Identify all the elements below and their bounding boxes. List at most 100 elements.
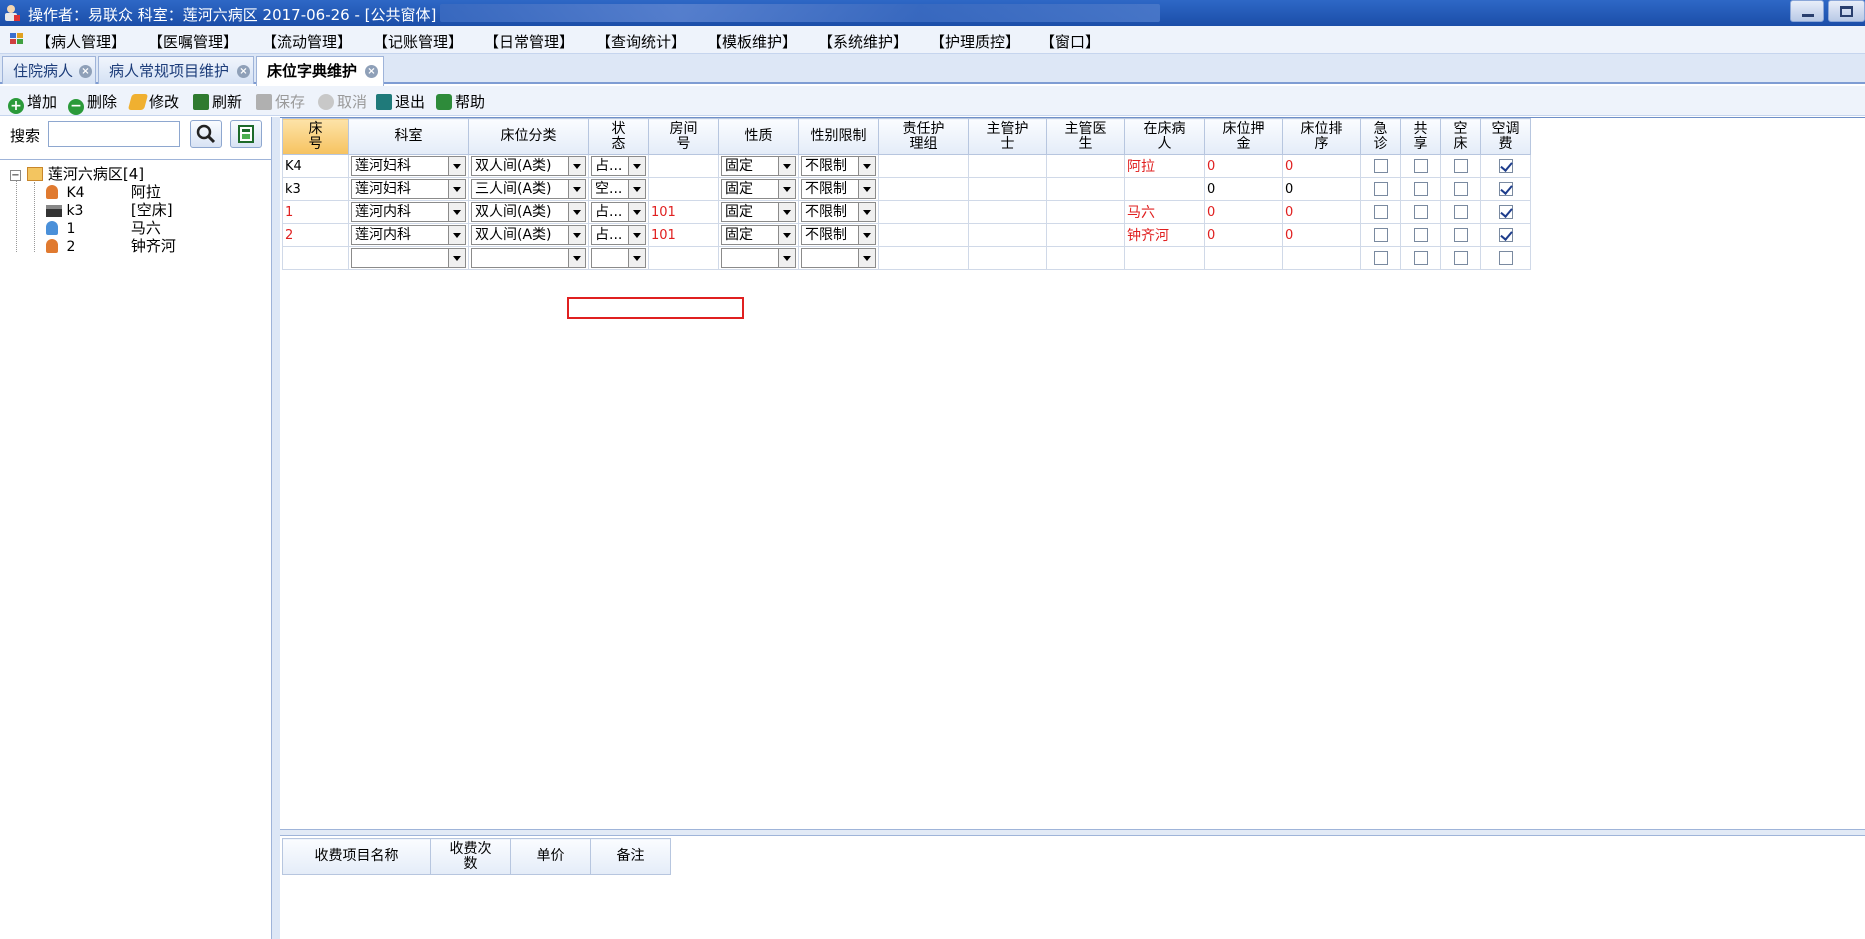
- cell-ac[interactable]: [1480, 223, 1531, 247]
- gender-dropdown[interactable]: 不限制: [801, 179, 876, 199]
- cell-nurse-group[interactable]: [878, 200, 969, 224]
- chevron-down-icon[interactable]: [778, 226, 795, 244]
- shared-checkbox[interactable]: [1413, 159, 1428, 173]
- menu-system-maintenance[interactable]: 【系统维护】: [818, 31, 908, 52]
- dept-dropdown[interactable]: [351, 248, 466, 268]
- status-dropdown[interactable]: 占...: [591, 156, 646, 176]
- tab-inpatients[interactable]: 住院病人 ×: [2, 56, 96, 84]
- cell-gender[interactable]: 不限制: [798, 200, 879, 224]
- cell-emergency[interactable]: [1360, 154, 1401, 178]
- cell-nature[interactable]: [718, 246, 799, 270]
- chevron-down-icon[interactable]: [628, 249, 645, 267]
- menu-query-statistics[interactable]: 【查询统计】: [596, 31, 686, 52]
- table-row[interactable]: 2 莲河内科 双人间(A类) 占... 101 固定 不限制 钟齐河 0 0: [282, 223, 1531, 247]
- col-deposit[interactable]: 床位押金: [1204, 118, 1283, 155]
- cell-room[interactable]: [648, 154, 719, 178]
- chevron-down-icon[interactable]: [568, 226, 585, 244]
- chevron-down-icon[interactable]: [858, 180, 875, 198]
- col-nurse[interactable]: 主管护士: [968, 118, 1047, 155]
- chevron-down-icon[interactable]: [568, 180, 585, 198]
- cell-doctor[interactable]: [1046, 223, 1125, 247]
- nature-dropdown[interactable]: 固定: [721, 202, 796, 222]
- emergency-checkbox[interactable]: [1373, 251, 1388, 265]
- menu-orders-management[interactable]: 【医嘱管理】: [148, 31, 238, 52]
- col-fee-times[interactable]: 收费次数: [430, 838, 511, 875]
- chevron-down-icon[interactable]: [448, 180, 465, 198]
- cell-empty[interactable]: [1440, 200, 1481, 224]
- cell-nurse-group[interactable]: [878, 177, 969, 201]
- category-dropdown[interactable]: 双人间(A类): [471, 225, 586, 245]
- shared-checkbox[interactable]: [1413, 251, 1428, 265]
- cell-dept[interactable]: [348, 246, 469, 270]
- vertical-splitter[interactable]: [272, 117, 280, 939]
- dept-dropdown[interactable]: 莲河妇科: [351, 179, 466, 199]
- cell-nurse-group[interactable]: [878, 223, 969, 247]
- cell-patient[interactable]: 阿拉: [1124, 154, 1205, 178]
- cell-gender[interactable]: [798, 246, 879, 270]
- cell-nature[interactable]: 固定: [718, 200, 799, 224]
- chevron-down-icon[interactable]: [568, 157, 585, 175]
- cell-deposit[interactable]: 0: [1204, 154, 1283, 178]
- status-dropdown[interactable]: [591, 248, 646, 268]
- cell-doctor[interactable]: [1046, 177, 1125, 201]
- cell-bed_no[interactable]: K4: [282, 154, 349, 178]
- cell-status[interactable]: 空...: [588, 177, 649, 201]
- chevron-down-icon[interactable]: [628, 203, 645, 221]
- refresh-button[interactable]: 刷新: [193, 91, 242, 112]
- cell-ac[interactable]: [1480, 200, 1531, 224]
- empty-checkbox[interactable]: [1453, 205, 1468, 219]
- cell-shared[interactable]: [1400, 246, 1441, 270]
- cell-category[interactable]: [468, 246, 589, 270]
- empty-checkbox[interactable]: [1453, 228, 1468, 242]
- help-button[interactable]: 帮助: [436, 91, 485, 112]
- ac-checkbox[interactable]: [1498, 205, 1513, 219]
- cell-room[interactable]: [648, 246, 719, 270]
- cell-empty[interactable]: [1440, 154, 1481, 178]
- emergency-checkbox[interactable]: [1373, 228, 1388, 242]
- col-nurse-group[interactable]: 责任护 理组: [878, 118, 969, 155]
- cell-category[interactable]: 双人间(A类): [468, 154, 589, 178]
- table-row[interactable]: k3 莲河妇科 三人间(A类) 空... 固定 不限制 0 0: [282, 177, 1531, 201]
- chevron-down-icon[interactable]: [778, 203, 795, 221]
- empty-checkbox[interactable]: [1453, 159, 1468, 173]
- col-status[interactable]: 状态: [588, 118, 649, 155]
- chevron-down-icon[interactable]: [628, 157, 645, 175]
- cell-empty[interactable]: [1440, 177, 1481, 201]
- emergency-checkbox[interactable]: [1373, 205, 1388, 219]
- ac-checkbox[interactable]: [1498, 251, 1513, 265]
- shared-checkbox[interactable]: [1413, 228, 1428, 242]
- chevron-down-icon[interactable]: [858, 203, 875, 221]
- tab-routine-items[interactable]: 病人常规项目维护 ×: [98, 56, 254, 84]
- cell-patient[interactable]: 钟齐河: [1124, 223, 1205, 247]
- cell-room[interactable]: 101: [648, 223, 719, 247]
- close-icon[interactable]: ×: [365, 65, 378, 78]
- chevron-down-icon[interactable]: [858, 157, 875, 175]
- category-dropdown[interactable]: [471, 248, 586, 268]
- menu-nursing-quality[interactable]: 【护理质控】: [930, 31, 1020, 52]
- chevron-down-icon[interactable]: [628, 226, 645, 244]
- cell-patient[interactable]: 马六: [1124, 200, 1205, 224]
- cell-bed_no[interactable]: 1: [282, 200, 349, 224]
- col-fee-remark[interactable]: 备注: [590, 838, 671, 875]
- table-row[interactable]: K4 莲河妇科 双人间(A类) 占... 固定 不限制 阿拉 0 0: [282, 154, 1531, 178]
- cell-shared[interactable]: [1400, 200, 1441, 224]
- cell-emergency[interactable]: [1360, 177, 1401, 201]
- nature-dropdown[interactable]: 固定: [721, 156, 796, 176]
- gender-dropdown[interactable]: 不限制: [801, 156, 876, 176]
- delete-button[interactable]: − 删除: [68, 91, 117, 115]
- cell-order[interactable]: 0: [1282, 200, 1361, 224]
- dept-dropdown[interactable]: 莲河内科: [351, 225, 466, 245]
- col-nature[interactable]: 性质: [718, 118, 799, 155]
- col-gender[interactable]: 性别限制: [798, 118, 879, 155]
- empty-checkbox[interactable]: [1453, 251, 1468, 265]
- category-dropdown[interactable]: 双人间(A类): [471, 156, 586, 176]
- cell-nurse[interactable]: [968, 246, 1047, 270]
- cell-nature[interactable]: 固定: [718, 177, 799, 201]
- cell-nature[interactable]: 固定: [718, 154, 799, 178]
- cell-room[interactable]: 101: [648, 200, 719, 224]
- cell-deposit[interactable]: 0: [1204, 223, 1283, 247]
- cell-status[interactable]: 占...: [588, 154, 649, 178]
- cell-shared[interactable]: [1400, 154, 1441, 178]
- empty-checkbox[interactable]: [1453, 182, 1468, 196]
- cell-emergency[interactable]: [1360, 200, 1401, 224]
